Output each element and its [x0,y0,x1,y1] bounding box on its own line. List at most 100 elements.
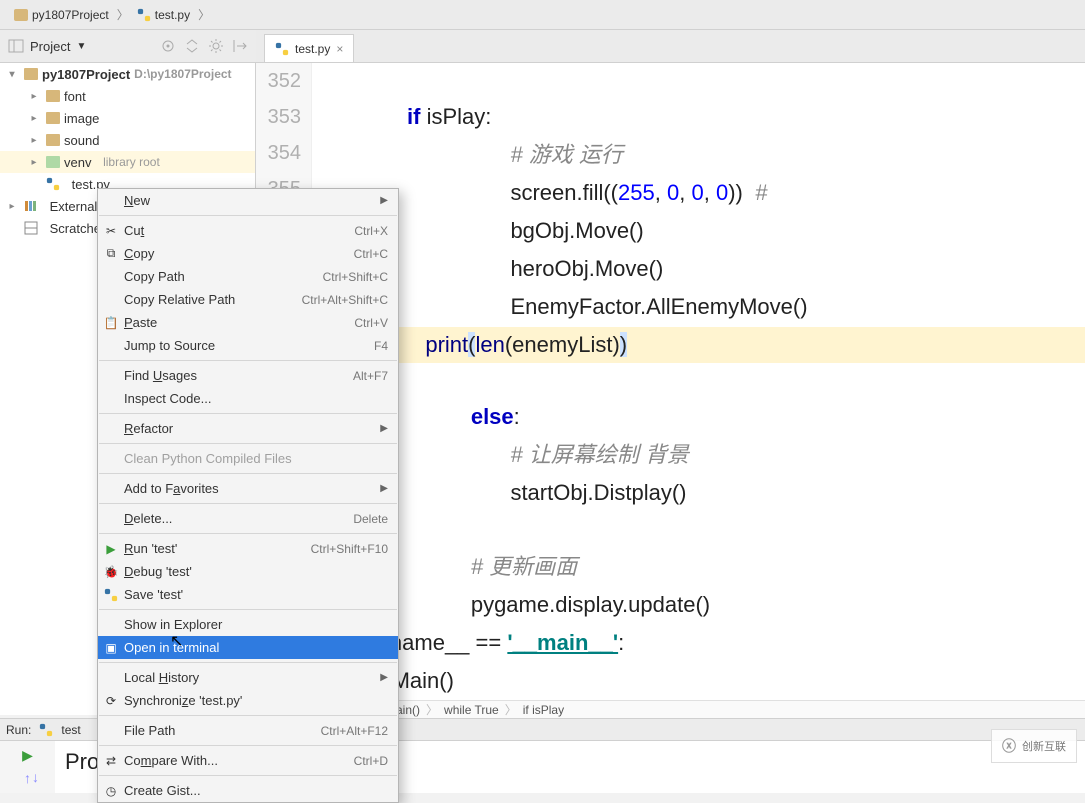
menu-label: Clean Python Compiled Files [124,451,292,466]
structure-item[interactable]: if isPlay [523,703,564,717]
menu-sync[interactable]: ⟳Synchronize 'test.py' [98,689,398,712]
code-comment: # 更新画面 [471,554,577,579]
menu-label: Copy Relative Path [124,292,235,307]
structure-item[interactable]: ain() [396,703,420,717]
menu-separator [99,503,397,504]
chevron-right-icon[interactable]: ▸ [26,113,42,124]
menu-delete[interactable]: Delete...Delete [98,507,398,530]
menu-local-history[interactable]: Local History▶ [98,666,398,689]
menu-jump[interactable]: Jump to SourceF4 [98,334,398,357]
step-up-icon[interactable]: ↑ [24,770,31,786]
menu-shortcut: Delete [353,512,388,526]
tree-item-image[interactable]: ▸image [0,107,255,129]
tree-root[interactable]: ▾ py1807Project D:\py1807Project [0,63,255,85]
folder-icon [24,68,38,80]
line-number: 352 [256,63,301,99]
folder-icon [14,9,28,21]
menu-compare[interactable]: ⇄Compare With...Ctrl+D [98,749,398,772]
menu-copy[interactable]: ⧉CopyCtrl+C [98,242,398,265]
menu-separator [99,443,397,444]
menu-debug[interactable]: 🐞Debug 'test' [98,560,398,583]
menu-label: Synchronize 'test.py' [124,693,242,708]
menu-file-path[interactable]: File PathCtrl+Alt+F12 [98,719,398,742]
python-file-icon [46,177,60,191]
menu-separator [99,715,397,716]
project-dropdown-icon[interactable]: ▼ [76,41,86,52]
hide-icon[interactable] [232,38,248,54]
chevron-right-icon[interactable]: ▸ [26,135,42,146]
project-view-icon[interactable] [8,38,24,54]
tree-item-venv[interactable]: ▸venv library root [0,151,255,173]
code-number: 0 [667,180,679,205]
folder-icon [46,134,60,146]
step-down-icon[interactable]: ↓ [32,769,39,785]
code-string: '__main__' [507,630,618,655]
code-comment: # 让屏幕绘制 背景 [510,442,688,467]
menu-shortcut: Ctrl+Alt+Shift+C [302,293,388,307]
breadcrumb-project-label: py1807Project [32,8,109,22]
debug-icon: 🐞 [103,564,119,580]
menu-label: Cut [124,223,144,238]
menu-refactor[interactable]: Refactor▶ [98,417,398,440]
menu-show-explorer[interactable]: Show in Explorer [98,613,398,636]
menu-copy-path[interactable]: Copy PathCtrl+Shift+C [98,265,398,288]
breadcrumb-separator: 〉 [198,6,210,23]
menu-label: Refactor [124,421,173,436]
menu-new[interactable]: New▶ [98,189,398,212]
python-file-icon [137,8,151,22]
run-config-name[interactable]: test [61,723,80,737]
menu-label: Compare With... [124,753,218,768]
code-area[interactable]: if isPlay: # 游戏 运行 screen.fill((255, 0, … [312,63,1085,700]
run-icon: ▶ [103,541,119,557]
code-text: , [704,180,716,205]
menu-find-usages[interactable]: Find UsagesAlt+F7 [98,364,398,387]
menu-label: New [124,193,150,208]
scratches-icon [24,221,38,235]
menu-save[interactable]: Save 'test' [98,583,398,606]
menu-cut[interactable]: ✂CutCtrl+X [98,219,398,242]
menu-separator [99,745,397,746]
run-label: Run: [6,723,31,737]
chevron-right-icon[interactable]: ▸ [4,201,20,212]
menu-copy-relative[interactable]: Copy Relative Path Ctrl+Alt+Shift+C [98,288,398,311]
code-text: ) [620,332,627,357]
locate-icon[interactable] [160,38,176,54]
menu-shortcut: Ctrl+Alt+F12 [321,724,388,738]
breadcrumb-project[interactable]: py1807Project [8,6,115,24]
project-label[interactable]: Project [30,39,70,54]
breadcrumb-file[interactable]: test.py [131,6,196,24]
chevron-down-icon[interactable]: ▾ [4,69,20,80]
watermark-logo: ⓧ [1002,736,1016,756]
chevron-right-icon[interactable]: ▸ [26,91,42,102]
code-keyword: else [471,404,514,429]
menu-label: Find Usages [124,368,197,383]
collapse-icon[interactable] [184,38,200,54]
code-number: 255 [618,180,655,205]
code-text: isPlay: [420,104,491,129]
structure-item[interactable]: while True [444,703,499,717]
editor-tabs: test.py × [256,30,1085,63]
chevron-right-icon[interactable]: ▸ [26,157,42,168]
editor-tab-test[interactable]: test.py × [264,34,354,62]
tree-item-label: sound [64,133,99,148]
menu-separator [99,775,397,776]
menu-gist[interactable]: ◷Create Gist... [98,779,398,802]
folder-icon [46,112,60,124]
tree-item-sound[interactable]: ▸ sound [0,129,255,151]
menu-separator [99,662,397,663]
code-text: )) [728,180,755,205]
run-icon[interactable]: ▶ [22,747,33,764]
menu-inspect[interactable]: Inspect Code... [98,387,398,410]
close-icon[interactable]: × [336,42,343,56]
menu-favorites[interactable]: Add to Favorites▶ [98,477,398,500]
tree-item-label: venv [64,155,91,170]
code-text: bgObj.Move() [510,218,643,243]
tool-strip: Project ▼ test.py × [0,30,1085,63]
tree-item-font[interactable]: ▸font [0,85,255,107]
menu-open-terminal[interactable]: ▣Open in terminal [98,636,398,659]
gear-icon[interactable] [208,38,224,54]
menu-paste[interactable]: 📋PasteCtrl+V [98,311,398,334]
menu-label: Show in Explorer [124,617,222,632]
paste-icon: 📋 [103,315,119,331]
menu-run[interactable]: ▶Run 'test'Ctrl+Shift+F10 [98,537,398,560]
